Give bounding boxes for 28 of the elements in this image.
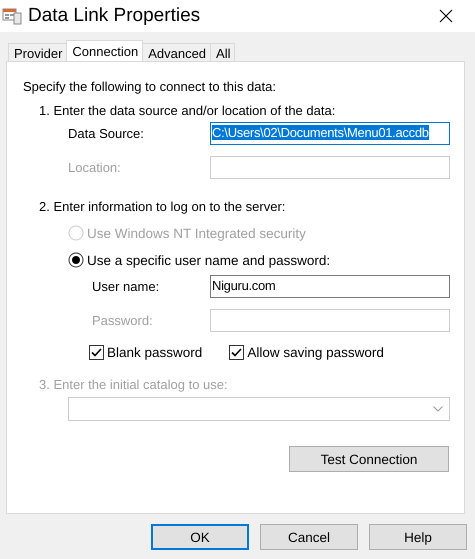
field-label: Location: (68, 160, 122, 175)
step-label: 3. Enter the initial catalog to use: (39, 377, 229, 392)
tab[interactable]: Provider (8, 43, 68, 61)
test-connection-button[interactable]: Test Connection (289, 446, 449, 472)
input-field[interactable]: Niguru.com (210, 275, 450, 298)
field-label: Data Source: (68, 126, 145, 141)
checkbox[interactable] (229, 345, 244, 360)
checkbox-label: Blank password (107, 345, 202, 360)
dialog-button[interactable]: OK (151, 524, 249, 550)
input-field[interactable]: C:\Users\02\Documents\Menu01.accdb (210, 122, 450, 145)
tab[interactable]: Connection (66, 40, 144, 61)
checkbox[interactable] (89, 345, 104, 360)
tab[interactable]: All (210, 43, 236, 61)
radio-button[interactable] (68, 252, 84, 268)
close-icon[interactable] (439, 9, 453, 23)
dialog-button[interactable]: Cancel (260, 524, 358, 550)
radio-label: Use Windows NT Integrated security (87, 226, 306, 240)
checkbox-label: Allow saving password (247, 345, 384, 360)
instruction-text: Specify the following to connect to this data: (23, 79, 277, 94)
chevron-down-icon (433, 406, 443, 412)
dialog-button[interactable]: Help (369, 524, 467, 550)
field-label: Password: (92, 313, 154, 328)
radio-label: Use a specific user name and password: (87, 252, 330, 268)
step-label: 2. Enter information to log on to the server: (39, 199, 286, 214)
field-label: User name: (92, 279, 160, 294)
step-label: 1. Enter the data source and/or location of the data: (39, 103, 336, 118)
tab[interactable]: Advanced (142, 43, 212, 61)
window-title: Data Link Properties (28, 5, 202, 27)
